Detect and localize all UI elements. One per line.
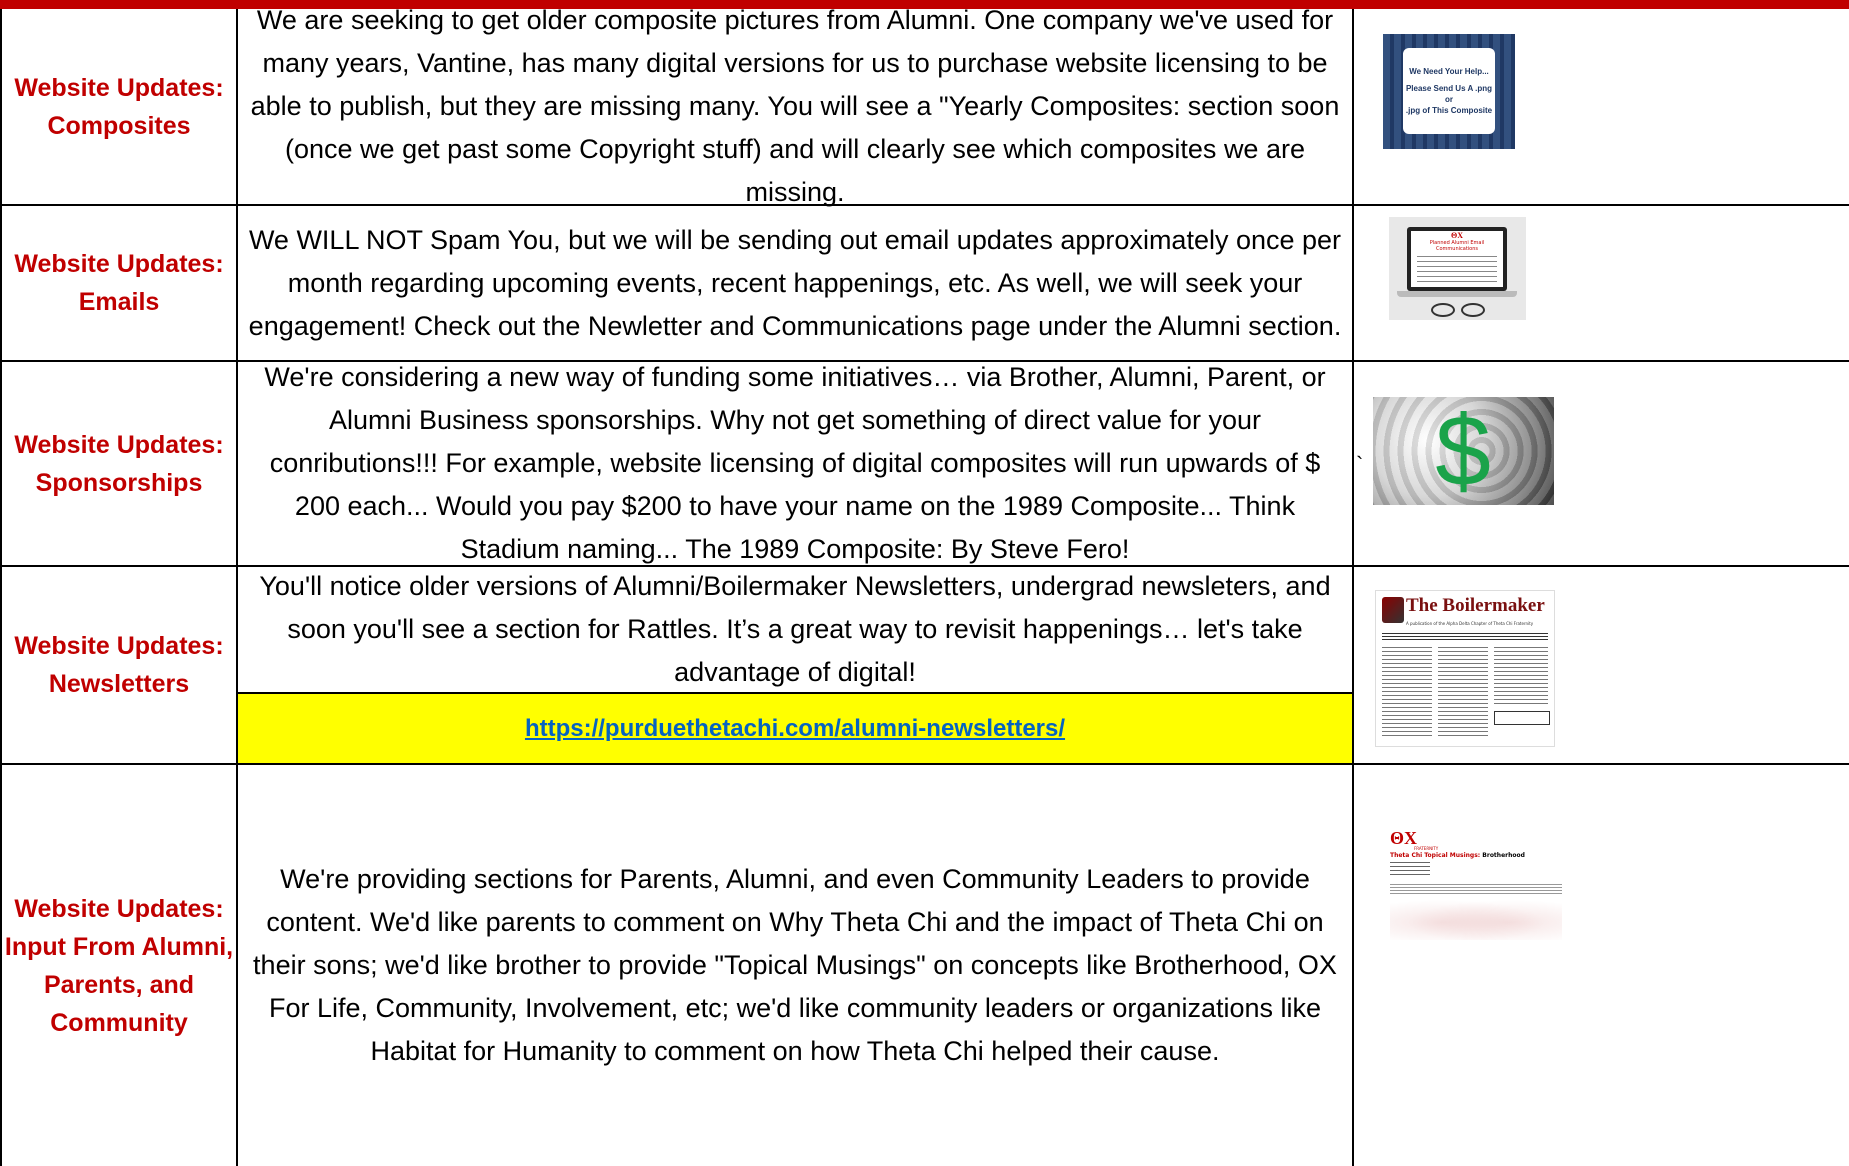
composite-thumbnail: We Need Your Help... Please Send Us A .p… — [1383, 34, 1515, 149]
row-description-sponsorships: We're considering a new way of funding s… — [264, 362, 1326, 564]
thumb-subtitle: A publication of the Alpha Delta Chapter… — [1406, 621, 1534, 626]
row-label-emails: Website Updates: Emails — [2, 206, 236, 360]
row-label-sponsorships: Website Updates: Sponsorships — [2, 362, 236, 565]
label-line: Parents, and — [43, 970, 195, 999]
dollar-sign-thumbnail: $ — [1373, 397, 1554, 505]
label-line: Community — [50, 1008, 188, 1037]
row-label-newsletters: Website Updates: Newsletters — [2, 567, 236, 763]
column-divider-2 — [1352, 9, 1354, 1166]
row-description-emails: We WILL NOT Spam You, but we will be sen… — [248, 224, 1342, 341]
stray-mark: ` — [1356, 452, 1364, 477]
label-line: Website Updates: — [14, 430, 224, 459]
label-line: Website Updates: — [14, 894, 224, 923]
thumb-text: We Need Your Help... — [1409, 67, 1489, 76]
thumb-text: Please Send Us A .png or — [1405, 84, 1493, 104]
row-description-input: We're providing sections for Parents, Al… — [253, 864, 1337, 1066]
label-line: Composites — [47, 111, 191, 140]
label-line: Website Updates: — [14, 73, 224, 102]
label-line: Input From Alumni, — [4, 932, 234, 961]
label-line: Emails — [78, 288, 160, 316]
thumb-logo: ΘX — [1451, 231, 1463, 240]
dollar-icon: $ — [1435, 397, 1491, 505]
thumb-title: The Boilermaker — [1406, 595, 1545, 616]
thumb-text: .jpg of This Composite — [1405, 106, 1493, 115]
email-laptop-thumbnail: ΘX Planned Alumni Email Communications — [1389, 217, 1526, 320]
topical-musings-thumbnail: ΘX FRATERNITY Theta Chi Topical Musings:… — [1388, 826, 1564, 942]
label-line: Website Updates: — [14, 250, 224, 278]
row-label-composites: Website Updates: Composites — [2, 9, 236, 204]
thumb-logo-sub: FRATERNITY — [1414, 846, 1439, 851]
label-line: Newsletters — [48, 670, 190, 698]
thumb-title: Brotherhood — [1482, 852, 1525, 859]
label-line: Website Updates: — [14, 632, 224, 660]
row-label-input: Website Updates: Input From Alumni, Pare… — [2, 765, 236, 1166]
thumb-title: Theta Chi Topical Musings: — [1390, 852, 1483, 859]
label-line: Sponsorships — [35, 468, 203, 497]
boilermaker-newsletter-thumbnail: The Boilermaker A publication of the Alp… — [1375, 590, 1555, 747]
thumb-title: Planned Alumni Email Communications — [1429, 240, 1485, 252]
row-description-newsletters: You'll notice older versions of Alumni/B… — [259, 571, 1331, 687]
newsletter-link-cell: https://purduethetachi.com/alumni-newsle… — [238, 694, 1352, 763]
alumni-newsletters-link[interactable]: https://purduethetachi.com/alumni-newsle… — [525, 715, 1065, 743]
thumb-logo: ΘX — [1390, 828, 1417, 848]
row-description-composites: We are seeking to get older composite pi… — [250, 5, 1340, 207]
